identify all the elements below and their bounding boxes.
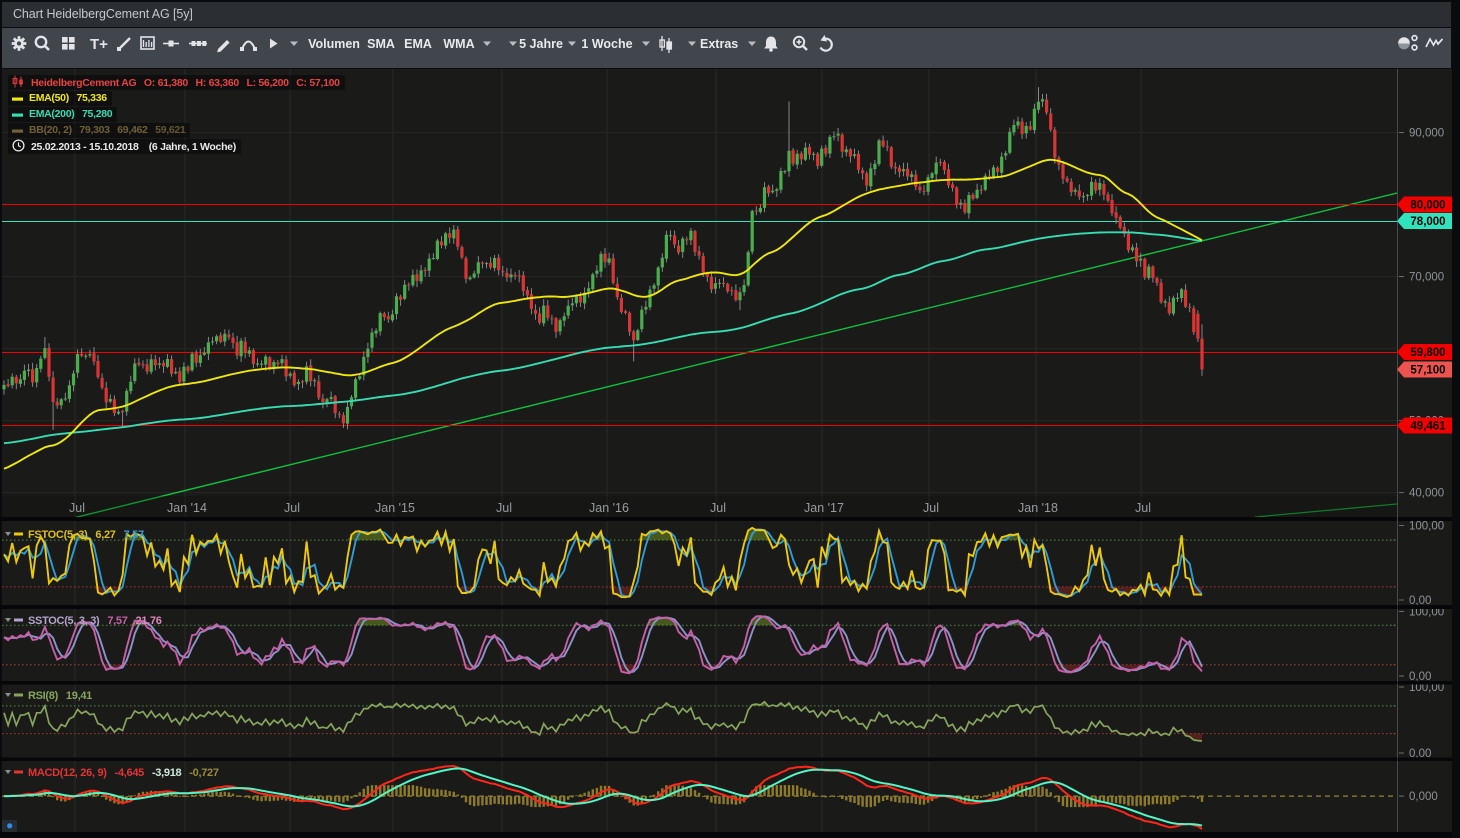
svg-text:SMA: SMA — [367, 37, 395, 51]
svg-text:Jul: Jul — [1135, 501, 1151, 515]
svg-text:Jan '15: Jan '15 — [375, 501, 415, 515]
svg-text:Jul: Jul — [69, 501, 85, 515]
svg-text:Jul: Jul — [923, 501, 939, 515]
svg-text:EMA: EMA — [404, 37, 432, 51]
svg-text:Jul: Jul — [496, 501, 512, 515]
svg-text:49,461: 49,461 — [1410, 421, 1446, 433]
svg-text:1 Woche: 1 Woche — [581, 37, 632, 51]
svg-text:Jan '18: Jan '18 — [1018, 501, 1058, 515]
svg-text:100,00: 100,00 — [1409, 521, 1444, 533]
svg-text:80,000: 80,000 — [1410, 200, 1445, 212]
svg-text:T+: T+ — [90, 36, 108, 53]
svg-text:Volumen: Volumen — [308, 37, 360, 51]
svg-text:5 Jahre: 5 Jahre — [519, 37, 563, 51]
svg-text:70,000: 70,000 — [1409, 272, 1444, 284]
svg-text:WMA: WMA — [443, 37, 474, 51]
svg-text:78,000: 78,000 — [1410, 216, 1445, 228]
svg-text:40,000: 40,000 — [1409, 488, 1444, 500]
svg-text:Jan '17: Jan '17 — [804, 501, 844, 515]
svg-text:57,100: 57,100 — [1410, 365, 1445, 377]
svg-text:Jan '16: Jan '16 — [589, 501, 629, 515]
svg-text:59,800: 59,800 — [1410, 347, 1445, 359]
svg-text:Jul: Jul — [284, 501, 300, 515]
svg-text:Jan '14: Jan '14 — [167, 501, 207, 515]
svg-text:90,000: 90,000 — [1409, 128, 1444, 140]
svg-text:Jul: Jul — [710, 501, 726, 515]
svg-text:0,000: 0,000 — [1409, 791, 1438, 803]
svg-text:Extras: Extras — [700, 37, 738, 51]
